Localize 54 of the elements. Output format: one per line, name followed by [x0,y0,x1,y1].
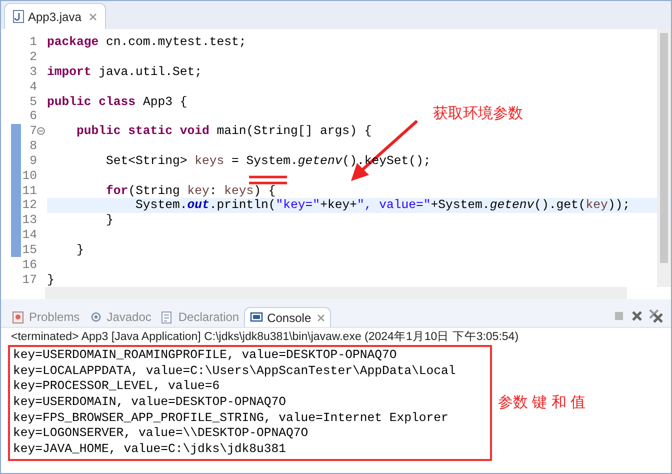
line-number: 6 [28,110,37,123]
collapse-icon[interactable] [37,127,45,136]
warning-list-icon [12,310,25,324]
code-line: for(String key: keys) { [105,184,276,197]
line-number: 16 [21,258,37,271]
code-line: } [76,244,84,256]
monitor-icon [250,311,264,324]
console-line: key=LOCALAPPDATA, value=C:\Users\AppScanTester\AppData\Local [12,364,457,380]
editor-tab[interactable]: App3.java [4,3,106,29]
annotation-label: 参数 键 和 值 [498,392,586,413]
code-line: import java.util.Set; [47,66,202,78]
line-number: 2 [28,51,37,64]
code-line: public class App3 { [47,96,188,108]
view-tab[interactable]: Console [244,307,332,327]
console-line: key=USERDOMAIN_ROAMINGPROFILE, value=DESKTOP-OPNAQ7O [12,348,398,364]
line-number: 12 [21,199,37,212]
line-number: 17 [21,274,37,286]
view-tab[interactable]: Javadoc [84,307,156,327]
console-line: key=USERDOMAIN, value=DESKTOP-OPNAQ7O [12,395,288,411]
view-tab[interactable]: Declaration [156,307,244,327]
code-line: public static void main(String[] args) { [76,125,372,138]
code-line: } [47,274,54,286]
line-number: 8 [28,140,37,152]
underline-mark [248,175,288,185]
vertical-scrollbar[interactable] [657,29,671,287]
annotation-label: 获取环境参数 [433,104,523,124]
line-number: 13 [21,214,37,226]
line-number: 9 [28,154,37,168]
line-number: 1 [28,36,37,49]
tab-title: App3.java [28,8,82,26]
line-number: 11 [21,184,37,197]
close-icon[interactable] [317,314,326,322]
line-number: 10 [21,170,37,182]
remove-all-icon[interactable] [649,309,663,323]
console-line: key=PROCESSOR_LEVEL, value=6 [12,379,221,396]
line-number: 14 [21,229,37,242]
console-line: key=LOGONSERVER, value=\\DESKTOP-OPNAQ7O [12,426,310,442]
view-tab[interactable]: Problems [7,307,85,327]
code-line: } [105,214,114,226]
line-number: 15 [21,244,37,256]
document-icon [161,310,174,324]
stop-icon[interactable] [613,310,625,322]
remove-icon[interactable] [631,310,643,322]
close-icon[interactable] [89,12,98,20]
line-number: 4 [28,80,37,94]
line-number: 7 [28,125,37,138]
code-line: package cn.com.mytest.test; [47,36,246,49]
console-status: <terminated> App3 [Java Application] C:\jdks\jdk8u381\bin\javaw.exe (2024年1月10日 下午3:05:54) [1,327,671,345]
java-file-icon [13,10,24,23]
console-line: key=JAVA_HOME, value=C:\jdks\jdk8u381 [12,442,288,458]
line-number: 5 [28,96,37,108]
code-line: System.out.println("key="+key+", value="+System.getenv().get(key)); [134,199,630,212]
line-number: 3 [28,66,37,78]
console-line: key=FPS_BROWSER_APP_PROFILE_STRING, value=Internet Explorer [12,410,450,426]
